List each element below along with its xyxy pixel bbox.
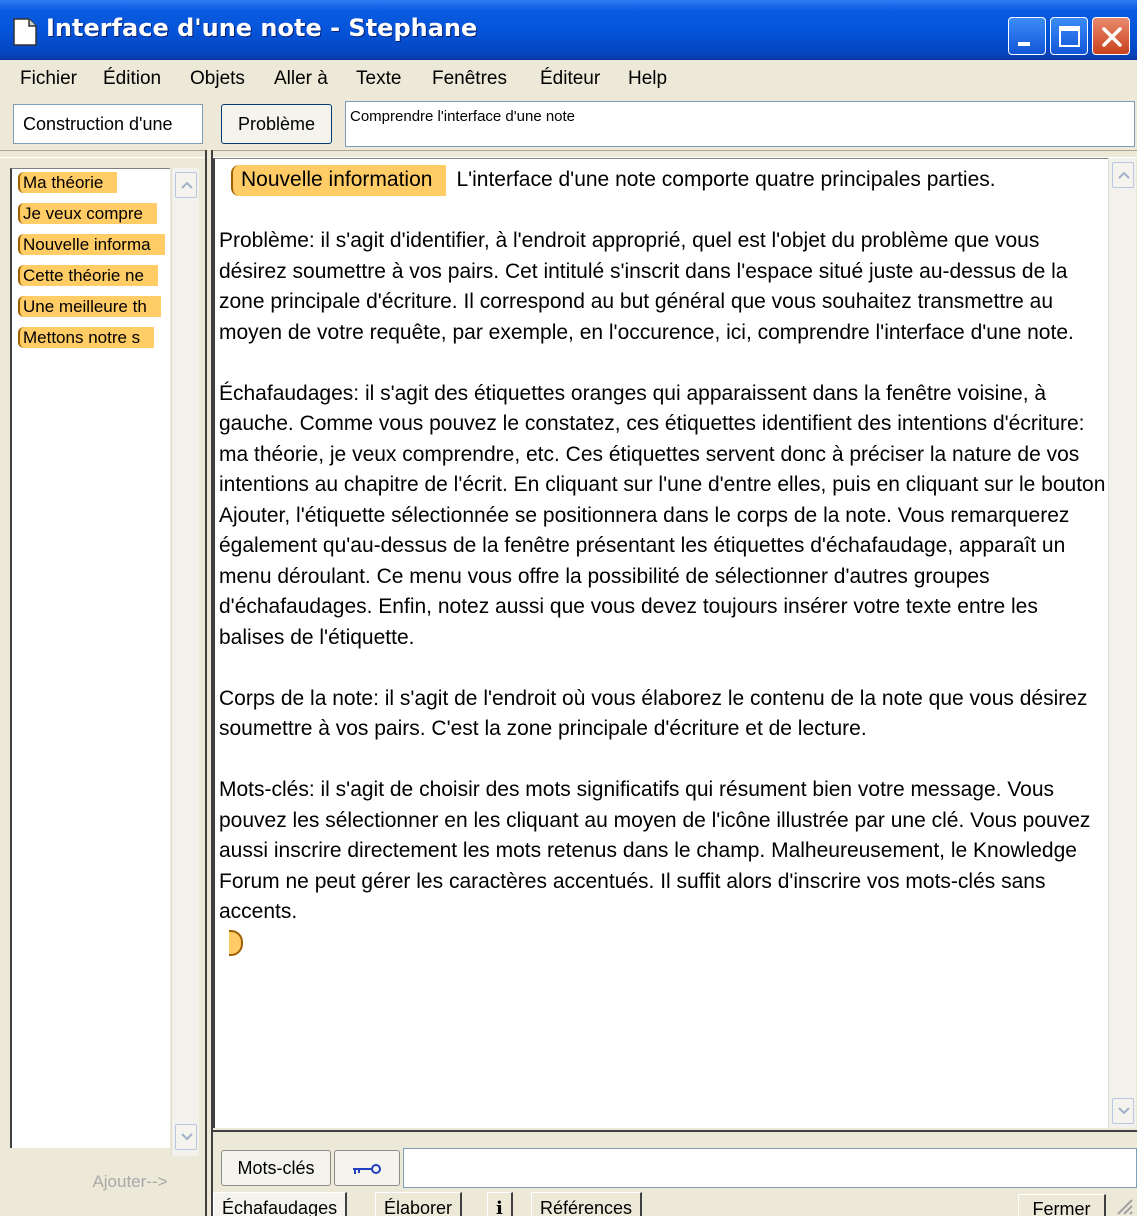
scaffold-item[interactable]: Une meilleure th (12, 293, 170, 324)
close-window-button[interactable] (1092, 17, 1130, 55)
scaffold-end-tag[interactable] (229, 929, 243, 956)
horizontal-divider[interactable] (0, 150, 1137, 158)
note-text[interactable]: Nouvelle information L'interface d'une no… (219, 165, 1108, 958)
minimize-button[interactable] (1008, 17, 1046, 55)
menu-texte[interactable]: Texte (356, 68, 401, 90)
bottom-divider (213, 1130, 1137, 1140)
scroll-up-button[interactable] (175, 172, 197, 198)
problem-field[interactable]: Comprendre l'interface d'une note (345, 101, 1135, 147)
note-paragraph: Problème: il s'agit d'identifier, à l'en… (219, 229, 1074, 344)
note-paragraph: L'interface d'une note comporte quatre p… (456, 168, 996, 191)
menu-fenetres[interactable]: Fenêtres (432, 68, 507, 90)
scroll-down-button[interactable] (175, 1124, 197, 1150)
scaffold-item[interactable]: Je veux compre (12, 200, 170, 231)
tab-references[interactable]: Références (531, 1192, 643, 1216)
chevron-up-icon (181, 181, 193, 189)
scaffold-item[interactable]: Mettons notre s (12, 324, 170, 355)
scroll-down-button[interactable] (1112, 1098, 1134, 1124)
menu-fichier[interactable]: Fichier (20, 68, 77, 90)
scaffold-list: Ma théorie Je veux compre Nouvelle infor… (10, 168, 170, 1148)
scaffold-tag-nouvelle-information[interactable]: Nouvelle information (231, 165, 447, 196)
resize-grip-icon[interactable] (1114, 1196, 1134, 1216)
scaffold-item[interactable]: Ma théorie (12, 169, 170, 200)
problem-button[interactable]: Problème (221, 104, 332, 144)
vertical-splitter[interactable] (205, 150, 213, 1216)
title-bar[interactable]: Interface d'une note - Stephane (0, 0, 1137, 60)
scaffold-scrollbar[interactable] (171, 168, 199, 1156)
tab-echafaudages[interactable]: Échafaudages (213, 1192, 348, 1216)
menu-aller-a[interactable]: Aller à (274, 68, 328, 90)
scaffold-item[interactable]: Nouvelle informa (12, 231, 170, 262)
chevron-down-icon (181, 1133, 193, 1141)
chevron-down-icon (1118, 1107, 1130, 1115)
window-title: Interface d'une note - Stephane (46, 14, 478, 42)
note-document-icon (12, 18, 38, 46)
note-paragraph: Mots-clés: il s'agit de choisir des mots… (219, 778, 1091, 923)
scroll-up-button[interactable] (1112, 162, 1134, 188)
keyword-picker-button[interactable] (334, 1150, 400, 1186)
tab-info[interactable]: i (487, 1192, 513, 1216)
menu-edition[interactable]: Édition (103, 68, 161, 90)
menu-objets[interactable]: Objets (190, 68, 245, 90)
maximize-button[interactable] (1050, 17, 1088, 55)
note-paragraph: Corps de la note: il s'agit de l'endroit… (219, 686, 1088, 741)
menu-editeur[interactable]: Éditeur (540, 68, 600, 90)
keywords-button[interactable]: Mots-clés (221, 1150, 331, 1186)
menu-help[interactable]: Help (628, 68, 667, 90)
close-button[interactable]: Fermer (1018, 1194, 1106, 1216)
note-body[interactable]: Nouvelle information L'interface d'une no… (213, 158, 1108, 1128)
keywords-field[interactable] (403, 1148, 1137, 1188)
add-scaffold-button[interactable]: Ajouter--> (60, 1164, 200, 1200)
note-scrollbar[interactable] (1108, 158, 1136, 1128)
chevron-up-icon (1118, 171, 1130, 179)
tab-elaborer[interactable]: Élaborer (375, 1192, 463, 1216)
menu-bar: Fichier Édition Objets Aller à Texte Fen… (0, 60, 1137, 98)
scaffold-group-select[interactable]: Construction d'une (13, 104, 203, 144)
note-paragraph: Échafaudages: il s'agit des étiquettes o… (219, 381, 1106, 649)
bottom-tabs: Échafaudages Élaborer i Références (213, 1190, 1137, 1216)
scaffold-item[interactable]: Cette théorie ne (12, 262, 170, 293)
key-icon (353, 1164, 381, 1174)
